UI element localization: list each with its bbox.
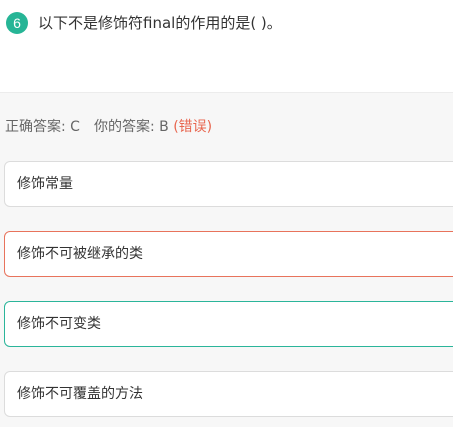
option-b[interactable]: 修饰不可被继承的类 xyxy=(4,231,453,277)
option-d[interactable]: 修饰不可覆盖的方法 xyxy=(4,371,453,417)
answer-status-badge: (错误) xyxy=(173,119,213,135)
correct-answer-prefix: 正确答案: xyxy=(5,119,71,135)
option-c[interactable]: 修饰不可变类 xyxy=(4,301,453,347)
option-c-label: 修饰不可变类 xyxy=(17,316,101,332)
answer-result: 正确答案: C 你的答案: B (错误) xyxy=(5,117,212,137)
answer-area: 正确答案: C 你的答案: B (错误) 修饰常量 修饰不可被继承的类 修饰不可变… xyxy=(0,93,453,427)
option-b-label: 修饰不可被继承的类 xyxy=(17,246,143,262)
your-answer-value: B xyxy=(159,119,169,135)
option-a[interactable]: 修饰常量 xyxy=(4,161,453,207)
option-d-label: 修饰不可覆盖的方法 xyxy=(17,386,143,402)
question-number-badge: 6 xyxy=(6,12,28,34)
question-header: 6 以下不是修饰符final的作用的是( )。 xyxy=(0,0,453,93)
your-answer-prefix: 你的答案: xyxy=(93,119,160,135)
question-text: 以下不是修饰符final的作用的是( )。 xyxy=(38,14,282,32)
quiz-page: 6 以下不是修饰符final的作用的是( )。 正确答案: C 你的答案: B (… xyxy=(0,0,453,427)
correct-answer-value: C xyxy=(70,119,80,135)
option-a-label: 修饰常量 xyxy=(17,176,73,192)
